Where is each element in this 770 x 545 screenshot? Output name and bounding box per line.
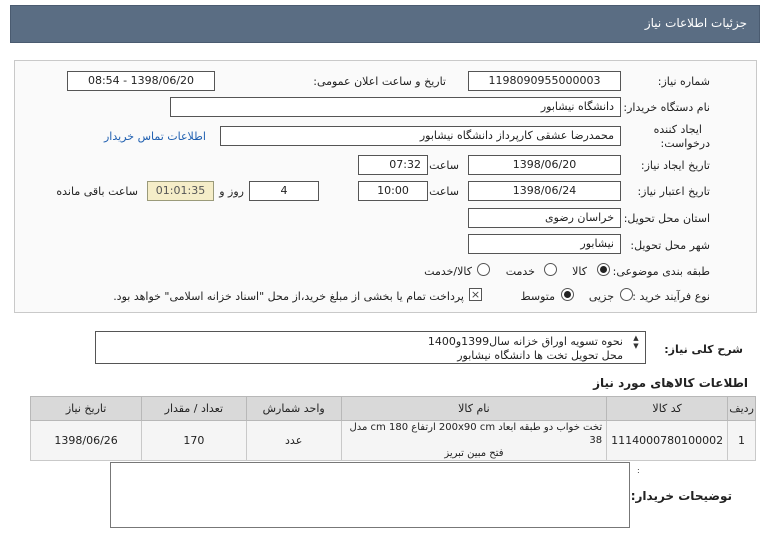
col-unit-header: واحد شمارش — [245, 396, 342, 421]
buyer-notes-label: توضیحات خریدار: — [630, 489, 732, 503]
remaining-time-label: ساعت باقی مانده — [56, 185, 138, 198]
city-field[interactable]: نیشابور — [468, 234, 621, 254]
valid-time-field[interactable]: 10:00 — [358, 181, 428, 201]
scroll-arrows-icon[interactable]: ▲ ▼ — [631, 334, 641, 350]
category-option-goods-service: کالا/خدمت — [424, 265, 472, 278]
remaining-time-field: 01:01:35 — [147, 181, 214, 201]
description-label: شرح کلی نیاز: — [664, 343, 743, 356]
row-name-line-1: تخت خواب دو طبقه ابعاد 200x90 cm ارتفاع … — [349, 422, 603, 446]
category-option-goods: کالا — [572, 265, 587, 278]
treasury-payment-note: پرداخت تمام یا بخشی از مبلغ خرید،از محل … — [113, 290, 464, 303]
buyer-notes-textarea[interactable] — [110, 462, 630, 528]
col-name-header: نام کالا — [340, 396, 608, 421]
valid-date-field[interactable]: 1398/06/24 — [468, 181, 621, 201]
category-radio-goods[interactable] — [597, 263, 610, 276]
purchase-option-medium: متوسط — [520, 290, 555, 303]
purchase-radio-medium[interactable] — [561, 288, 574, 301]
purchase-option-minor: جزیی — [588, 290, 614, 303]
create-time-label: ساعت — [429, 159, 459, 172]
goods-table-header: ردیف کد کالا نام کالا واحد شمارش تعداد /… — [29, 396, 756, 421]
purchase-radio-minor[interactable] — [620, 288, 633, 301]
category-radio-goods-service[interactable] — [477, 263, 490, 276]
goods-section-title: اطلاعات کالاهای مورد نیاز — [593, 376, 748, 390]
province-label: استان محل تحویل: — [623, 212, 710, 225]
col-code-header: کد کالا — [606, 396, 729, 421]
row-date: 1398/06/26 — [29, 420, 143, 461]
creator-field[interactable]: محمدرضا عشقی کارپرداز دانشگاه نیشابور — [220, 126, 621, 146]
row-index: 1 — [727, 420, 756, 461]
resize-dot-icon: : — [637, 466, 640, 475]
description-line-1: نحوه تسویه اوراق خزانه سال1399و1400 — [427, 335, 623, 348]
create-date-field[interactable]: 1398/06/20 — [468, 155, 621, 175]
goods-table: ردیف کد کالا نام کالا واحد شمارش تعداد /… — [29, 396, 756, 461]
buyer-org-label: نام دستگاه خریدار: — [623, 101, 710, 114]
row-code: 1114000780100002 — [606, 420, 729, 461]
row-name: تخت خواب دو طبقه ابعاد 200x90 cm ارتفاع … — [340, 420, 608, 461]
create-date-label: تاریخ ایجاد نیاز: — [640, 159, 710, 172]
table-row[interactable]: 1 1114000780100002 تخت خواب دو طبقه ابعا… — [29, 420, 756, 461]
window-title: جزئیات اطلاعات نیاز — [644, 16, 747, 30]
row-quantity: 170 — [141, 420, 247, 461]
col-index-header: ردیف — [727, 396, 756, 421]
need-number-field[interactable]: 1198090955000003 — [468, 71, 621, 91]
days-label: روز و — [219, 185, 244, 198]
remaining-days-field[interactable]: 4 — [249, 181, 319, 201]
treasury-payment-checkbox[interactable]: × — [469, 288, 482, 301]
create-time-field[interactable]: 07:32 — [358, 155, 428, 175]
row-name-line-2: فتح مبین تبریز — [444, 448, 504, 459]
row-unit: عدد — [245, 420, 342, 461]
province-field[interactable]: خراسان رضوی — [468, 208, 621, 228]
category-option-service: خدمت — [505, 265, 535, 278]
window-title-bar: جزئیات اطلاعات نیاز — [10, 5, 760, 43]
category-label: طبقه بندی موضوعی: — [612, 265, 710, 278]
valid-time-label: ساعت — [429, 185, 459, 198]
creator-label-line2: درخواست: — [660, 137, 710, 150]
col-quantity-header: تعداد / مقدار — [141, 396, 247, 421]
creator-label-line1: ایجاد کننده — [653, 123, 702, 136]
announce-date-label: تاریخ و ساعت اعلان عمومی: — [313, 75, 446, 88]
col-date-header: تاریخ نیاز — [29, 396, 143, 421]
description-textarea[interactable]: نحوه تسویه اوراق خزانه سال1399و1400 محل … — [95, 331, 646, 364]
category-radio-service[interactable] — [544, 263, 557, 276]
buyer-org-field[interactable]: دانشگاه نیشابور — [170, 97, 621, 117]
announce-date-field[interactable]: 1398/06/20 - 08:54 — [67, 71, 215, 91]
buyer-contact-link[interactable]: اطلاعات تماس خریدار — [104, 130, 206, 143]
need-number-label: شماره نیاز: — [657, 75, 710, 88]
city-label: شهر محل تحویل: — [630, 239, 710, 252]
valid-date-label: تاریخ اعتبار نیاز: — [637, 185, 710, 198]
purchase-type-label: نوع فرآیند خرید : — [632, 290, 710, 303]
description-line-2: محل تحویل تخت ها دانشگاه نیشابور — [457, 349, 623, 362]
